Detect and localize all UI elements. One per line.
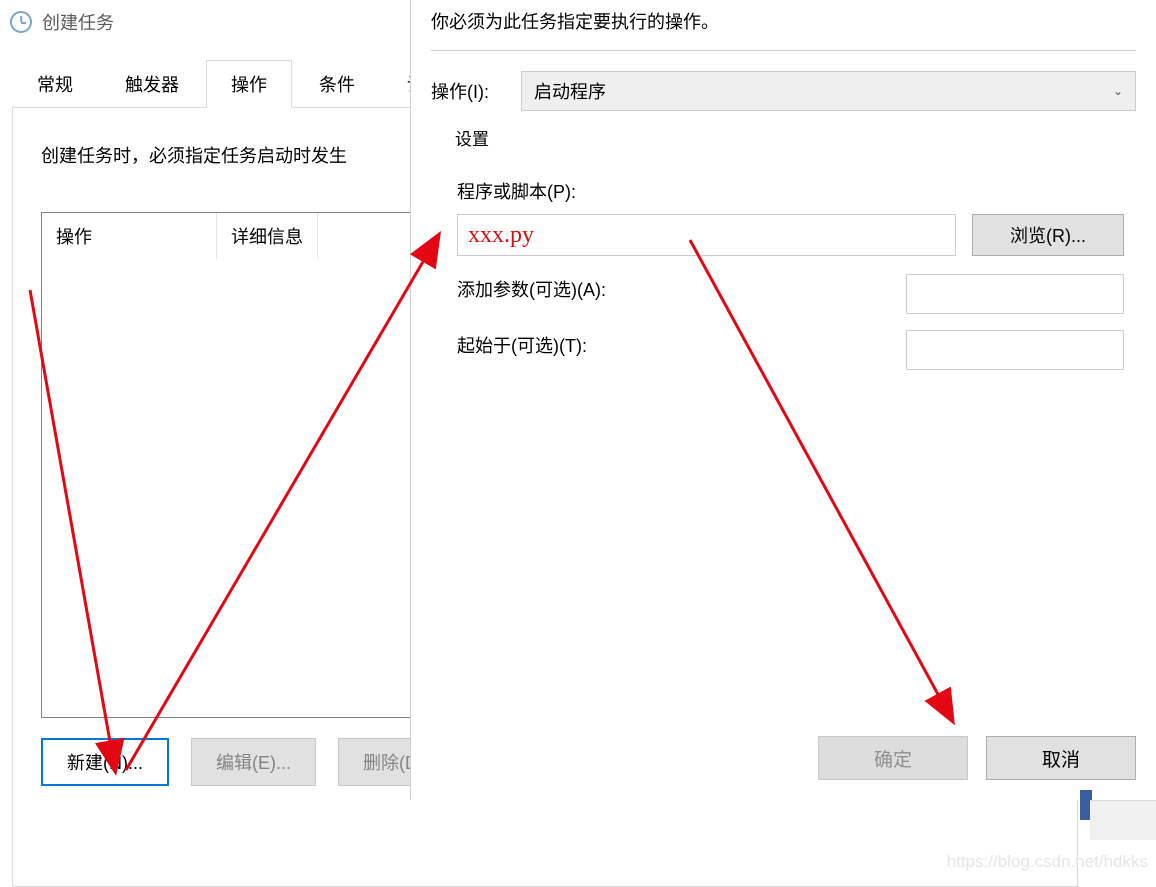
dialog-divider [431, 50, 1136, 51]
tab-triggers[interactable]: 触发器 [100, 60, 204, 108]
dialog-button-row: 确定 取消 [818, 736, 1136, 780]
cancel-button[interactable]: 取消 [986, 736, 1136, 780]
startin-label: 起始于(可选)(T): [457, 332, 587, 358]
new-button[interactable]: 新建(N)... [41, 738, 169, 786]
edit-button: 编辑(E)... [191, 738, 316, 786]
window-title: 创建任务 [42, 9, 114, 35]
browse-button[interactable]: 浏览(R)... [972, 214, 1124, 256]
column-details[interactable]: 详细信息 [217, 213, 318, 259]
program-input[interactable] [457, 214, 956, 256]
args-label: 添加参数(可选)(A): [457, 276, 606, 302]
program-row: 浏览(R)... [457, 214, 1124, 256]
column-action[interactable]: 操作 [42, 213, 217, 259]
ok-button: 确定 [818, 736, 968, 780]
dialog-instruction: 你必须为此任务指定要执行的操作。 [411, 0, 1156, 50]
action-type-value: 启动程序 [534, 78, 606, 104]
chevron-down-icon: ⌄ [1113, 84, 1123, 98]
action-table-header: 操作 详细信息 [42, 213, 410, 259]
startin-field: 起始于(可选)(T): [457, 330, 1124, 370]
settings-inner: 程序或脚本(P): 浏览(R)... 添加参数(可选)(A): 起始于(可选)(… [441, 150, 1136, 406]
settings-group: 设置 程序或脚本(P): 浏览(R)... 添加参数(可选)(A): 起始于(可… [441, 125, 1136, 406]
tab-general[interactable]: 常规 [12, 60, 98, 108]
clock-icon [10, 11, 32, 33]
grey-bar [1090, 800, 1156, 840]
action-table[interactable]: 操作 详细信息 [41, 212, 411, 718]
action-type-select[interactable]: 启动程序 ⌄ [521, 71, 1136, 111]
startin-input[interactable] [906, 330, 1124, 370]
settings-legend: 设置 [451, 125, 1136, 150]
tab-actions[interactable]: 操作 [206, 60, 292, 108]
program-label: 程序或脚本(P): [457, 178, 1124, 204]
args-field: 添加参数(可选)(A): [457, 274, 1124, 314]
tab-conditions[interactable]: 条件 [294, 60, 380, 108]
program-field-block: 程序或脚本(P): 浏览(R)... [457, 178, 1124, 256]
new-action-dialog: 你必须为此任务指定要执行的操作。 操作(I): 启动程序 ⌄ 设置 程序或脚本(… [410, 0, 1156, 800]
action-type-row: 操作(I): 启动程序 ⌄ [411, 71, 1156, 111]
action-type-label: 操作(I): [431, 78, 521, 104]
args-input[interactable] [906, 274, 1124, 314]
